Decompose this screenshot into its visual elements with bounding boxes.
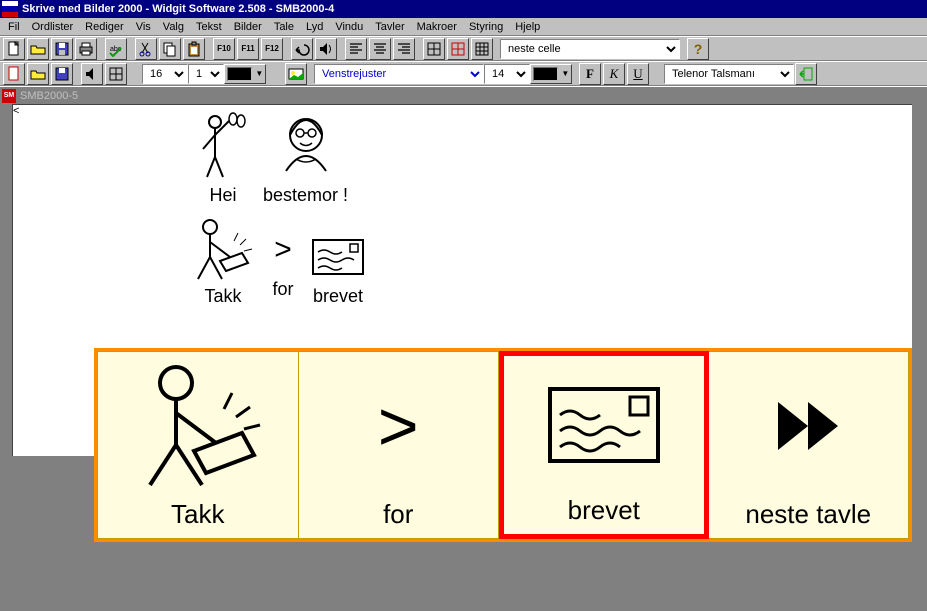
sym-hei: Hei xyxy=(193,111,253,206)
menu-vindu[interactable]: Vindu xyxy=(329,20,369,34)
help-button[interactable]: ? xyxy=(687,38,709,60)
sym-bestemor: bestemor ! xyxy=(263,111,348,206)
menu-tekst[interactable]: Tekst xyxy=(190,20,228,34)
speak2-button[interactable] xyxy=(81,63,103,85)
color-picker-1[interactable]: ▼ xyxy=(224,64,266,84)
save2-button[interactable] xyxy=(51,63,73,85)
print-button[interactable] xyxy=(75,38,97,60)
spellcheck-button[interactable]: abc xyxy=(105,38,127,60)
grid-cell-for[interactable]: > for xyxy=(299,351,500,539)
grid1-button[interactable] xyxy=(423,38,445,60)
sym-brevet-large-icon xyxy=(504,356,704,495)
menu-tavler[interactable]: Tavler xyxy=(369,20,410,34)
doc-row-2: Takk > for brevet xyxy=(188,217,368,307)
grid4-button[interactable] xyxy=(105,63,127,85)
cell-action-combo[interactable]: neste celle xyxy=(500,39,680,59)
grid-cell-neste-tavle[interactable]: neste tavle xyxy=(709,351,910,539)
sym-for: > for xyxy=(268,225,298,300)
document-tab-bar: SM SMB2000-5 xyxy=(0,86,927,104)
font-size-combo[interactable]: 16 xyxy=(142,64,188,84)
grid-cell-brevet[interactable]: brevet xyxy=(499,351,709,539)
menu-vis[interactable]: Vis xyxy=(130,20,157,34)
new-doc-button[interactable] xyxy=(3,38,25,60)
align-left-button[interactable] xyxy=(345,38,367,60)
color-picker-2[interactable]: ▼ xyxy=(530,64,572,84)
document-tab-title[interactable]: SMB2000-5 xyxy=(20,90,78,102)
grid-board: Takk > for brevet xyxy=(94,348,912,542)
toolbar-2: 16 1 ▼ Venstrejuster 14 ▼ F K U Telenor … xyxy=(0,61,927,86)
underline-button[interactable]: U xyxy=(627,63,649,85)
open2-button[interactable] xyxy=(27,63,49,85)
copy-button[interactable] xyxy=(159,38,181,60)
window-title: Skrive med Bilder 2000 - Widgit Software… xyxy=(22,3,925,15)
menu-valg[interactable]: Valg xyxy=(157,20,190,34)
italic-button[interactable]: K xyxy=(603,63,625,85)
f12-button[interactable]: F12 xyxy=(261,38,283,60)
sym-takk-large-icon xyxy=(98,352,298,499)
grid3-button[interactable] xyxy=(471,38,493,60)
align-right-button[interactable] xyxy=(393,38,415,60)
third-num-combo[interactable]: 14 xyxy=(484,64,530,84)
menu-tale[interactable]: Tale xyxy=(268,20,300,34)
menu-bilder[interactable]: Bilder xyxy=(228,20,268,34)
doc-row-1: Hei bestemor ! xyxy=(193,111,348,206)
menu-rediger[interactable]: Rediger xyxy=(79,20,130,34)
menu-fil[interactable]: Fil xyxy=(2,20,26,34)
f11-button[interactable]: F11 xyxy=(237,38,259,60)
sym-for-large-icon: > xyxy=(299,352,499,499)
second-num-combo[interactable]: 1 xyxy=(188,64,224,84)
align-combo[interactable]: Venstrejuster xyxy=(314,64,484,84)
document-icon: SM xyxy=(2,89,16,103)
f10-button[interactable]: F10 xyxy=(213,38,235,60)
toolbar-1: abc F10 F11 F12 neste celle ? xyxy=(0,36,927,61)
grid-cell-takk[interactable]: Takk xyxy=(97,351,299,539)
menu-hjelp[interactable]: Hjelp xyxy=(509,20,546,34)
app-icon xyxy=(2,1,18,17)
sym-takk: Takk xyxy=(188,217,258,307)
pic-button[interactable] xyxy=(285,63,307,85)
menu-makroer[interactable]: Makroer xyxy=(411,20,463,34)
menu-styring[interactable]: Styring xyxy=(463,20,509,34)
paste-button[interactable] xyxy=(183,38,205,60)
menu-lyd[interactable]: Lyd xyxy=(300,20,329,34)
voice-combo[interactable]: Telenor Talsmanı xyxy=(664,64,794,84)
menubar: Fil Ordlister Rediger Vis Valg Tekst Bil… xyxy=(0,18,927,36)
undo-button[interactable] xyxy=(291,38,313,60)
cut-button[interactable] xyxy=(135,38,157,60)
next-board-icon xyxy=(709,352,909,499)
save-button[interactable] xyxy=(51,38,73,60)
new-doc2-button[interactable] xyxy=(3,63,25,85)
sym-brevet: brevet xyxy=(308,232,368,307)
apply-voice-button[interactable] xyxy=(795,63,817,85)
window-titlebar: Skrive med Bilder 2000 - Widgit Software… xyxy=(0,0,927,18)
bold-button[interactable]: F xyxy=(579,63,601,85)
grid2-button[interactable] xyxy=(447,38,469,60)
align-center-button[interactable] xyxy=(369,38,391,60)
workspace: Hei bestemor ! < xyxy=(0,104,927,611)
open-button[interactable] xyxy=(27,38,49,60)
speak-button[interactable] xyxy=(315,38,337,60)
menu-ordlister[interactable]: Ordlister xyxy=(26,20,80,34)
